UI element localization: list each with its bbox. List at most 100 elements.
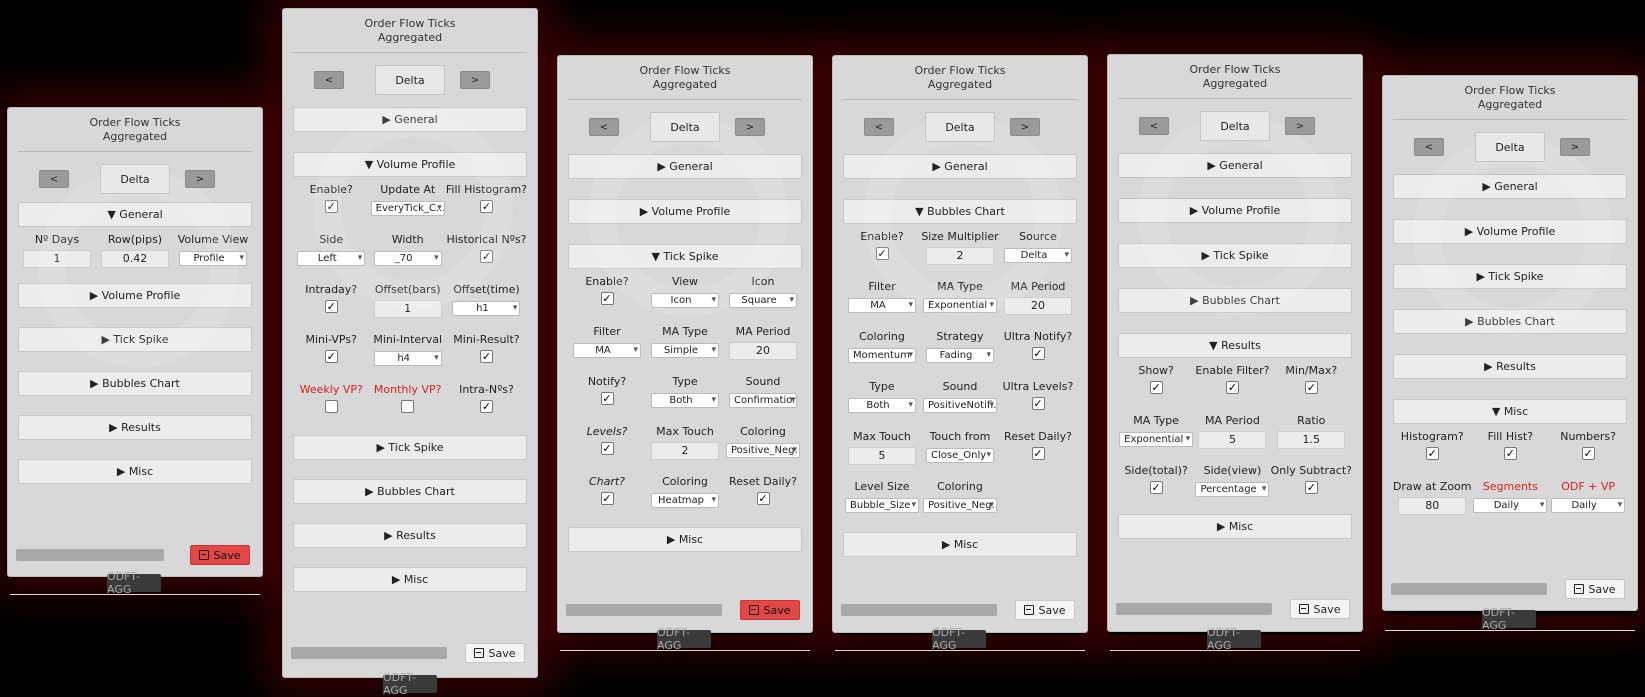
segments-select[interactable]: Daily (1473, 498, 1548, 513)
filter-select[interactable]: MA (573, 343, 641, 358)
ultra-levels-checkbox[interactable]: ✓ (1031, 397, 1045, 410)
section-misc-toggle[interactable]: ▶ Misc (1118, 514, 1352, 539)
touch-from-select[interactable]: Close_Only (926, 448, 994, 463)
enable-checkbox[interactable]: ✓ (875, 247, 889, 260)
save-button[interactable]: Save (190, 545, 250, 565)
source-select[interactable]: Delta (1004, 248, 1072, 263)
section-results-toggle[interactable]: ▼ Results (1118, 333, 1352, 358)
levels-checkbox[interactable]: ✓ (600, 442, 614, 455)
icon-select[interactable]: Square (729, 293, 797, 308)
ultra-notify-checkbox[interactable]: ✓ (1031, 347, 1045, 360)
volume-view-select[interactable]: Profile (179, 251, 247, 266)
width-select[interactable]: _70 (373, 251, 442, 266)
section-volume-profile-toggle[interactable]: ▼ Volume Profile (293, 152, 527, 177)
section-bubbles-chart-toggle[interactable]: ▶ Bubbles Chart (1393, 309, 1627, 334)
prev-mode-button[interactable]: < (39, 170, 69, 188)
section-tick-spike-toggle[interactable]: ▶ Tick Spike (18, 327, 252, 352)
intra-numbers-checkbox[interactable]: ✓ (479, 400, 493, 413)
histogram-checkbox[interactable]: ✓ (1425, 447, 1439, 460)
ratio-input[interactable]: 1.5 (1277, 431, 1346, 449)
filter-select[interactable]: MA (848, 298, 916, 313)
only-subtract-checkbox[interactable]: ✓ (1304, 481, 1318, 494)
ma-type-select[interactable]: Exponential (1119, 432, 1194, 447)
ma-type-select[interactable]: Simple (651, 343, 719, 358)
section-tick-spike-toggle[interactable]: ▶ Tick Spike (1393, 264, 1627, 289)
enable-checkbox[interactable]: ✓ (324, 200, 338, 213)
mini-interval-select[interactable]: h4 (373, 351, 442, 366)
section-bubbles-chart-toggle[interactable]: ▶ Bubbles Chart (293, 479, 527, 504)
section-general-toggle[interactable]: ▶ General (293, 107, 527, 132)
chart-coloring-select[interactable]: Heatmap (651, 493, 719, 508)
section-tick-spike-toggle[interactable]: ▶ Tick Spike (1118, 243, 1352, 268)
next-mode-button[interactable]: > (735, 118, 765, 136)
section-bubbles-chart-toggle[interactable]: ▶ Bubbles Chart (18, 371, 252, 396)
sound-select[interactable]: Confirmation (729, 393, 797, 408)
next-mode-button[interactable]: > (185, 170, 215, 188)
fill-histogram-checkbox[interactable]: ✓ (479, 200, 493, 213)
historical-checkbox[interactable]: ✓ (479, 250, 493, 263)
prev-mode-button[interactable]: < (864, 118, 894, 136)
section-general-toggle[interactable]: ▶ General (843, 154, 1077, 179)
sound-select[interactable]: PositiveNotifi... (923, 398, 997, 413)
offset-bars-input[interactable]: 1 (373, 300, 442, 318)
prev-mode-button[interactable]: < (1139, 117, 1169, 135)
section-bubbles-chart-toggle[interactable]: ▼ Bubbles Chart (843, 199, 1077, 224)
prev-mode-button[interactable]: < (1414, 138, 1444, 156)
side-total-checkbox[interactable]: ✓ (1149, 481, 1163, 494)
mode-button[interactable]: Delta (650, 112, 720, 142)
size-multiplier-input[interactable]: 2 (926, 247, 994, 265)
mode-button[interactable]: Delta (100, 164, 170, 194)
section-tick-spike-toggle[interactable]: ▼ Tick Spike (568, 244, 802, 269)
prev-mode-button[interactable]: < (589, 118, 619, 136)
section-results-toggle[interactable]: ▶ Results (1393, 354, 1627, 379)
section-volume-profile-toggle[interactable]: ▶ Volume Profile (1118, 198, 1352, 223)
chart-checkbox[interactable]: ✓ (600, 492, 614, 505)
reset-daily-checkbox[interactable]: ✓ (1031, 447, 1045, 460)
section-results-toggle[interactable]: ▶ Results (18, 415, 252, 440)
max-touch-input[interactable]: 2 (651, 442, 719, 460)
save-button[interactable]: Save (1565, 579, 1625, 599)
notify-checkbox[interactable]: ✓ (600, 392, 614, 405)
view-select[interactable]: Icon (651, 293, 719, 308)
coloring-select[interactable]: Positive_Neg... (726, 443, 800, 458)
type-select[interactable]: Both (848, 398, 916, 413)
section-general-toggle[interactable]: ▶ General (568, 154, 802, 179)
update-at-select[interactable]: EveryTick_C... (370, 201, 445, 216)
coloring-select[interactable]: Momentum (848, 348, 916, 363)
reset-daily-checkbox[interactable]: ✓ (756, 492, 770, 505)
section-tick-spike-toggle[interactable]: ▶ Tick Spike (293, 435, 527, 460)
monthly-vp-checkbox[interactable] (401, 400, 415, 413)
next-mode-button[interactable]: > (460, 71, 490, 89)
intraday-checkbox[interactable]: ✓ (324, 300, 338, 313)
draw-at-zoom-input[interactable]: 80 (1398, 497, 1467, 515)
mode-button[interactable]: Delta (375, 65, 445, 95)
strategy-select[interactable]: Fading (926, 348, 994, 363)
mode-button[interactable]: Delta (1475, 132, 1545, 162)
section-misc-toggle[interactable]: ▶ Misc (843, 532, 1077, 557)
numbers-checkbox[interactable]: ✓ (1581, 447, 1595, 460)
ma-period-input[interactable]: 20 (729, 342, 797, 360)
section-results-toggle[interactable]: ▶ Results (293, 523, 527, 548)
weekly-vp-checkbox[interactable] (324, 400, 338, 413)
section-general-toggle[interactable]: ▼ General (18, 202, 252, 227)
level-coloring-select[interactable]: Positive_Neg... (923, 498, 997, 513)
min-max-checkbox[interactable]: ✓ (1304, 381, 1318, 394)
next-mode-button[interactable]: > (1560, 138, 1590, 156)
show-checkbox[interactable]: ✓ (1149, 381, 1163, 394)
save-button[interactable]: Save (1290, 599, 1350, 619)
next-mode-button[interactable]: > (1285, 117, 1315, 135)
save-button[interactable]: Save (465, 643, 525, 663)
save-button[interactable]: Save (740, 600, 800, 620)
enable-checkbox[interactable]: ✓ (600, 292, 614, 305)
section-volume-profile-toggle[interactable]: ▶ Volume Profile (1393, 219, 1627, 244)
odf-vp-select[interactable]: Daily (1551, 498, 1626, 513)
fill-hist-checkbox[interactable]: ✓ (1503, 447, 1517, 460)
enable-filter-checkbox[interactable]: ✓ (1225, 381, 1239, 394)
side-select[interactable]: Left (297, 251, 366, 266)
section-misc-toggle[interactable]: ▼ Misc (1393, 399, 1627, 424)
save-button[interactable]: Save (1015, 600, 1075, 620)
ma-period-input[interactable]: 20 (1004, 297, 1072, 315)
side-view-select[interactable]: Percentage (1195, 482, 1270, 497)
offset-time-select[interactable]: h1 (452, 301, 521, 316)
mini-result-checkbox[interactable]: ✓ (479, 350, 493, 363)
